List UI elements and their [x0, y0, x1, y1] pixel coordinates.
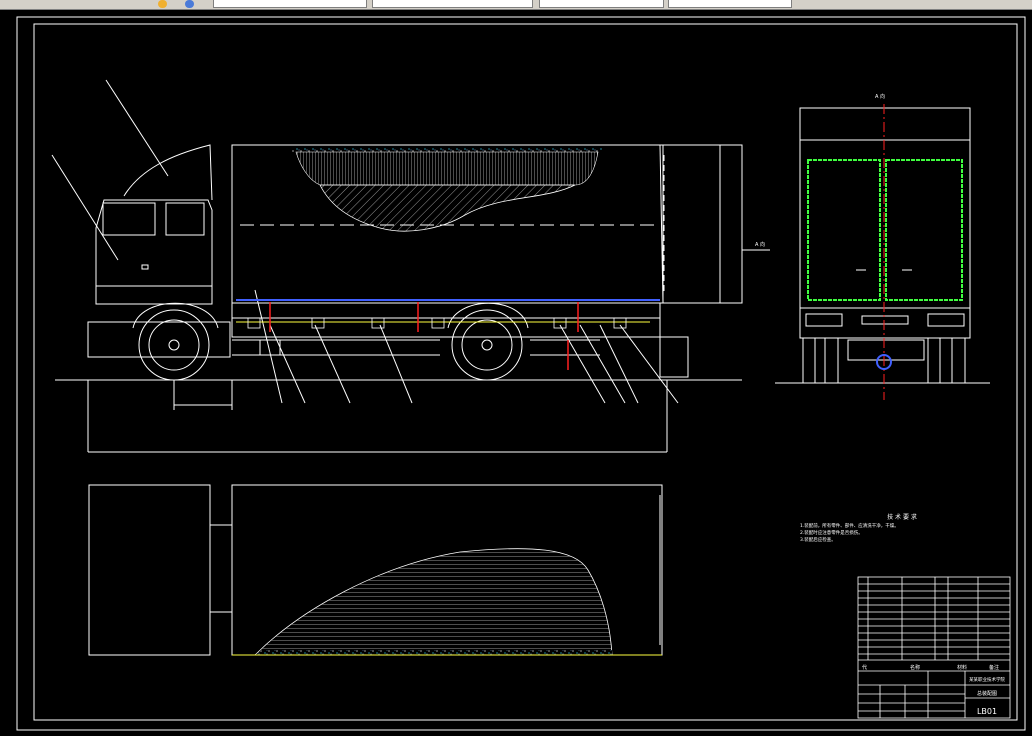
color-dropdown[interactable]: [372, 0, 533, 8]
chassis-fittings: [247, 317, 627, 329]
truck-side-view: [51, 79, 770, 453]
lashing-markers: [269, 302, 579, 370]
plan-cargo-base: [255, 650, 612, 655]
svg-text:名称: 名称: [910, 664, 920, 671]
svg-text:代: 代: [862, 664, 867, 671]
layer-dropdown[interactable]: [213, 0, 367, 8]
cad-drawing: A 向 A 向 技 术 要 求 1.装配前，所有零件、部件、应清洗干净，干燥。 …: [16, 16, 1026, 731]
cargo-section-ribs: [295, 151, 599, 186]
lineweight-dropdown[interactable]: [668, 0, 792, 8]
svg-text:备注: 备注: [989, 664, 999, 671]
cargo-section-top: [292, 148, 602, 152]
svg-text:总装配图: 总装配图: [977, 690, 997, 697]
title-block-text: 代 名称 材料 备注 某某职业技术学院 总装配图 LB01: [862, 664, 1005, 716]
svg-text:技 术 要 求: 技 术 要 求: [887, 513, 917, 521]
svg-text:A 向: A 向: [875, 93, 885, 100]
svg-text:某某职业技术学院: 某某职业技术学院: [969, 676, 1005, 683]
application-toolbar: [0, 0, 1032, 10]
linetype-dropdown[interactable]: [539, 0, 664, 8]
svg-text:3.装配后应检查。: 3.装配后应检查。: [800, 536, 836, 543]
cargo-section-hatch: [319, 184, 576, 232]
svg-text:材料: 材料: [957, 664, 967, 671]
rear-door-right: [885, 159, 963, 301]
svg-text:LB01: LB01: [977, 707, 997, 716]
svg-text:2.装配时应注意零件是否损伤。: 2.装配时应注意零件是否损伤。: [800, 529, 863, 536]
svg-text:1.装配前，所有零件、部件、应清洗干净，干燥。: 1.装配前，所有零件、部件、应清洗干净，干燥。: [800, 522, 899, 529]
plan-cargo-hatch: [254, 548, 613, 656]
app-icon[interactable]: [158, 0, 167, 8]
drawing-canvas[interactable]: A 向 A 向 技 术 要 求 1.装配前，所有零件、部件、应清洗干净，干燥。 …: [0, 10, 1032, 732]
technical-requirements: 技 术 要 求 1.装配前，所有零件、部件、应清洗干净，干燥。 2.装配时应注意…: [800, 513, 917, 543]
view-mark-a: A 向: [755, 241, 765, 248]
settings-icon[interactable]: [185, 0, 194, 8]
rear-door-left: [807, 159, 881, 301]
